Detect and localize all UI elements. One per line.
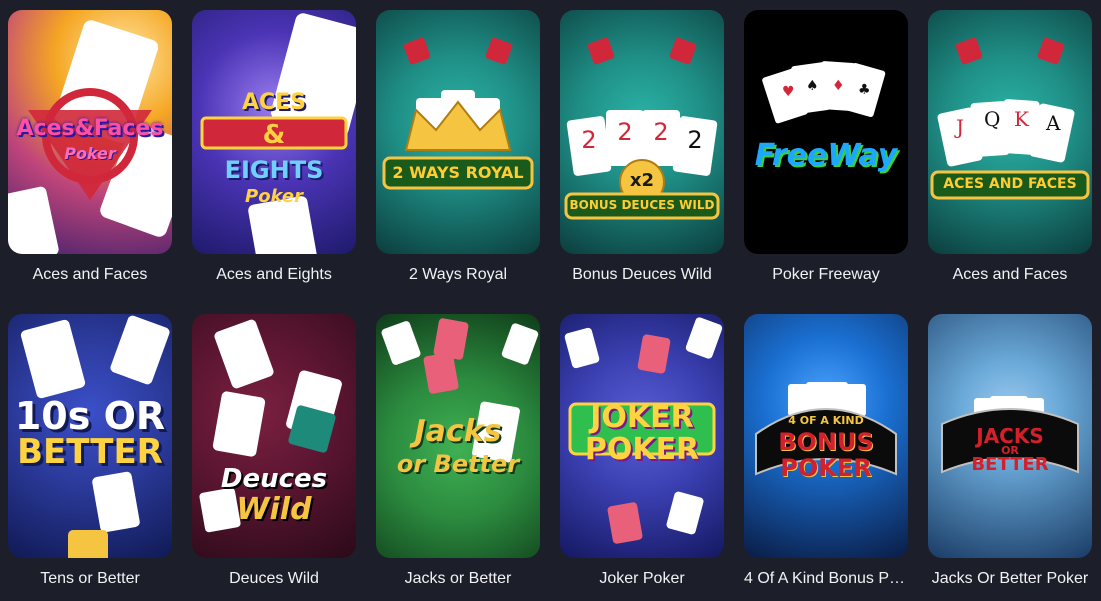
game-logo-subtext: BETTER [17,432,163,472]
game-title[interactable]: 2 Ways Royal [376,265,540,285]
game-card[interactable]: 2 WAYS ROYAL 2 Ways Royal [376,10,540,283]
game-grid: Aces&Faces Poker Aces and Faces ACES & E… [0,0,1101,601]
game-card[interactable]: ACES & EIGHTS Poker Aces and Eights [192,10,356,283]
game-logo-subtext: Poker [64,144,116,163]
svg-text:2: 2 [653,118,668,146]
svg-text:♣: ♣ [858,82,871,98]
game-thumbnail[interactable]: 2 2 2 2 x2 BONUS DEUCES WILD [560,10,724,254]
game-card[interactable]: JACKS OR BETTER Jacks Or Better Poker [928,314,1092,587]
game-title[interactable]: 4 Of A Kind Bonus Poker [744,569,908,589]
game-thumbnail[interactable]: 4 OF A KIND BONUS POKER [744,314,908,558]
game-card[interactable]: 2 2 2 2 x2 BONUS DEUCES WILD Bonus Deuce… [560,10,724,283]
svg-text:2: 2 [581,126,596,154]
fanned-cards-art: ♥ ♠ ♦ ♣ [762,61,886,124]
game-logo-text: JOKER [590,400,694,435]
game-title[interactable]: Jacks Or Better Poker [928,569,1092,589]
game-card[interactable]: Deuces Wild Deuces Wild [192,314,356,587]
game-card[interactable]: Jacks or Better Jacks or Better [376,314,540,587]
game-thumbnail[interactable]: Deuces Wild [192,314,356,558]
game-logo-subtext: POKER [780,454,872,482]
game-logo-subtext: BETTER [971,454,1049,475]
crown-cards-art [382,37,534,190]
game-title[interactable]: Aces and Eights [192,265,356,285]
svg-text:A: A [1045,111,1061,135]
game-title[interactable]: Deuces Wild [192,569,356,589]
game-logo-subtext: EIGHTS [224,156,324,184]
game-thumbnail[interactable]: 2 WAYS ROYAL [376,10,540,254]
svg-text:2: 2 [687,126,702,154]
game-logo-subtext: POKER [584,432,700,467]
game-logo-multiplier: x2 [629,170,655,191]
face-cards-art: J Q K A [930,37,1090,200]
game-logo-text: 2 WAYS ROYAL [392,163,524,182]
game-thumbnail[interactable]: Aces&Faces Poker [8,10,172,254]
game-logo-subtext: Poker [245,186,303,207]
game-thumbnail[interactable]: ACES & EIGHTS Poker [192,10,356,254]
game-logo-text: Jacks [414,414,502,449]
game-logo-text: ACES AND FACES [943,176,1077,192]
game-card[interactable]: 10s OR BETTER Tens or Better [8,314,172,587]
svg-text:J: J [954,115,964,139]
game-logo-subtext: BONUS [778,428,874,456]
game-title[interactable]: Tens or Better [8,569,172,589]
game-card[interactable]: Aces&Faces Poker Aces and Faces [8,10,172,283]
game-logo-subtext: or Better [396,450,520,478]
game-logo-text: Aces&Faces [16,116,164,141]
game-title[interactable]: Joker Poker [560,569,724,589]
game-logo-text: FreeWay [754,138,898,173]
game-thumbnail[interactable]: J Q K A ACES AND FACES [928,10,1092,254]
game-logo-text: 4 OF A KIND [788,414,864,427]
game-card[interactable]: 4 OF A KIND BONUS POKER 4 Of A Kind Bonu… [744,314,908,587]
game-title[interactable]: Poker Freeway [744,265,908,285]
svg-text:♠: ♠ [806,78,819,94]
game-logo-text: ACES [241,90,307,115]
game-thumbnail[interactable]: JOKER POKER [560,314,724,558]
svg-text:♦: ♦ [832,78,845,94]
svg-text:♥: ♥ [782,84,795,100]
game-thumbnail[interactable]: Jacks or Better [376,314,540,558]
game-title[interactable]: Bonus Deuces Wild [560,265,724,285]
game-logo-subtext: Wild [236,492,312,527]
game-thumbnail[interactable]: 10s OR BETTER [8,314,172,558]
game-thumbnail[interactable]: ♥ ♠ ♦ ♣ FreeWay [744,10,908,254]
svg-text:2: 2 [617,118,632,146]
game-thumbnail[interactable]: JACKS OR BETTER [928,314,1092,558]
game-logo-text: BONUS DEUCES WILD [569,198,715,212]
game-title[interactable]: Jacks or Better [376,569,540,589]
game-title[interactable]: Aces and Faces [8,265,172,285]
game-card[interactable]: J Q K A ACES AND FACES Aces and Faces [928,10,1092,283]
svg-text:K: K [1014,107,1030,131]
game-title[interactable]: Aces and Faces [928,265,1092,285]
game-logo-ampersand: & [262,120,286,150]
deuces-cards-art: 2 2 2 2 [564,37,720,220]
game-card[interactable]: JOKER POKER Joker Poker [560,314,724,587]
game-logo-text: Deuces [220,464,328,494]
game-card[interactable]: ♥ ♠ ♦ ♣ FreeWay Poker Freeway [744,10,908,283]
svg-text:Q: Q [984,107,1000,131]
